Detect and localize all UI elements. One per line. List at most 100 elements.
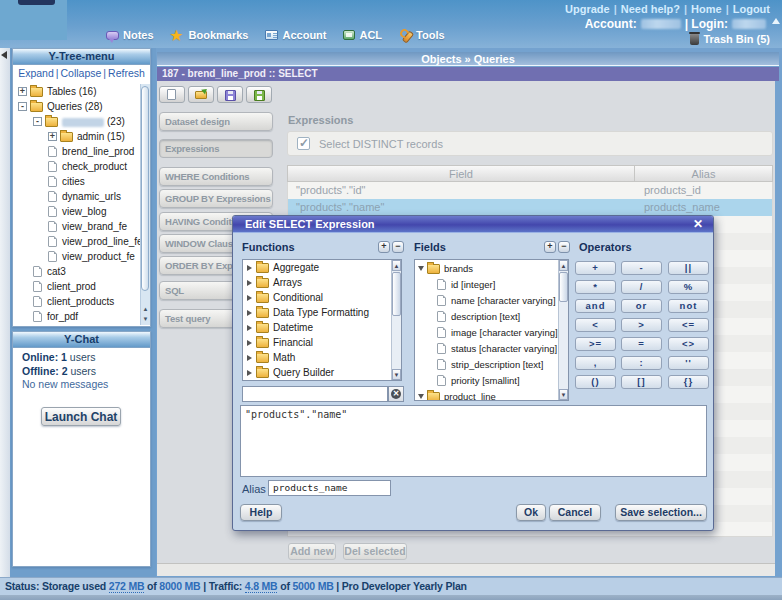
operator-button-2-2[interactable]: not xyxy=(668,299,709,313)
tree-scrollbar-thumb[interactable] xyxy=(141,86,149,291)
launch-chat-button[interactable]: Launch Chat xyxy=(41,407,121,426)
clear-search-button[interactable]: ✕ xyxy=(388,386,404,402)
tree-action-refresh[interactable]: Refresh xyxy=(108,67,145,79)
tree-action-expand[interactable]: Expand xyxy=(18,67,54,79)
functions-scrollbar-thumb[interactable] xyxy=(392,272,401,316)
collapse-toggle-icon[interactable]: - xyxy=(18,102,27,111)
function-group-datetime[interactable]: Datetime xyxy=(243,320,401,335)
tree-item-admin-15[interactable]: +admin (15) xyxy=(13,129,140,144)
tree-action-collapse[interactable]: Collapse xyxy=(61,67,102,79)
top-link-logout[interactable]: Logout xyxy=(733,3,770,15)
operator-button-4-0[interactable]: >= xyxy=(575,337,616,351)
operator-button-1-0[interactable]: * xyxy=(575,280,616,294)
tree-item-for-pdf[interactable]: for_pdf xyxy=(13,309,140,324)
functions-search-input[interactable] xyxy=(242,386,388,402)
operator-button-4-2[interactable]: <> xyxy=(668,337,709,351)
field-item-description-text[interactable]: description [text] xyxy=(415,308,568,324)
nav-item-notes[interactable]: Notes xyxy=(106,29,154,41)
tree-scrollbar[interactable]: ▲ ▼ xyxy=(140,84,150,325)
field-item-id-integer[interactable]: id [integer] xyxy=(415,276,568,292)
column-header-field[interactable]: Field xyxy=(288,166,635,181)
operator-button-4-1[interactable]: = xyxy=(621,337,662,351)
operator-button-3-1[interactable]: > xyxy=(621,318,662,332)
fields-scroll-down-icon[interactable]: ▼ xyxy=(559,389,568,400)
distinct-checkbox[interactable] xyxy=(297,137,310,150)
del-selected-button[interactable]: Del selected xyxy=(343,543,407,560)
nav-button-dataset-design[interactable]: Dataset design xyxy=(159,112,273,131)
operator-button-2-0[interactable]: and xyxy=(575,299,616,313)
open-button[interactable] xyxy=(188,86,214,103)
tree-item-tables-16[interactable]: +Tables (16) xyxy=(13,84,140,99)
column-header-alias[interactable]: Alias xyxy=(635,166,772,181)
operator-button-2-1[interactable]: or xyxy=(621,299,662,313)
status-link[interactable]: 272 MB xyxy=(109,580,145,593)
field-item-strip-description-text[interactable]: strip_description [text] xyxy=(415,356,568,372)
tree-item-client-prod[interactable]: client_prod xyxy=(13,279,140,294)
function-group-query-builder[interactable]: Query Builder xyxy=(243,365,401,380)
ok-button[interactable]: Ok xyxy=(516,504,546,521)
nav-item-bookmarks[interactable]: ★Bookmarks xyxy=(171,29,249,42)
top-link-upgrade[interactable]: Upgrade xyxy=(565,3,610,15)
expression-row[interactable]: "products"."name"products_name xyxy=(287,199,773,216)
nav-button-group-by-expressions[interactable]: GROUP BY Expressions xyxy=(159,189,273,208)
sidebar-collapse-arrow[interactable] xyxy=(1,51,7,59)
operator-button-1-2[interactable]: % xyxy=(668,280,709,294)
function-group-data-type-formatting[interactable]: Data Type Formatting xyxy=(243,305,401,320)
fields-scroll-up-icon[interactable]: ▲ xyxy=(559,260,568,271)
operator-button-5-0[interactable]: , xyxy=(575,356,616,370)
operator-button-3-0[interactable]: < xyxy=(575,318,616,332)
functions-scroll-down-icon[interactable]: ▼ xyxy=(392,369,401,380)
tree-item-redacted[interactable]: -(23) xyxy=(13,114,140,129)
operator-button-6-2[interactable]: {} xyxy=(668,375,709,389)
nav-item-acl[interactable]: ACL xyxy=(343,29,382,41)
field-item-status-character-varying[interactable]: status [character varying] xyxy=(415,340,568,356)
nav-item-tools[interactable]: Tools xyxy=(399,29,445,42)
alias-input[interactable] xyxy=(268,480,391,496)
function-group-financial[interactable]: Financial xyxy=(243,335,401,350)
expand-toggle-icon[interactable]: + xyxy=(18,87,27,96)
operator-button-6-1[interactable]: [] xyxy=(621,375,662,389)
functions-collapse-all-button[interactable]: − xyxy=(392,241,404,253)
fields-scrollbar-thumb[interactable] xyxy=(559,272,568,302)
tree-item-view-brand-fe[interactable]: view_brand_fe xyxy=(13,219,140,234)
tree-item-cities[interactable]: cities xyxy=(13,174,140,189)
functions-scroll-up-icon[interactable]: ▲ xyxy=(392,260,401,271)
new-button[interactable] xyxy=(159,86,185,103)
function-group-conditional[interactable]: Conditional xyxy=(243,290,401,305)
operator-button-6-0[interactable]: () xyxy=(575,375,616,389)
save-as-button[interactable] xyxy=(246,86,272,103)
field-item-priority-smallint[interactable]: priority [smallint] xyxy=(415,372,568,388)
operator-button-1-1[interactable]: / xyxy=(621,280,662,294)
nav-item-account[interactable]: Account xyxy=(265,29,326,41)
tree-item-dynamic-urls[interactable]: dynamic_urls xyxy=(13,189,140,204)
functions-expand-all-button[interactable]: + xyxy=(378,241,390,253)
tree-item-queries-28[interactable]: -Queries (28) xyxy=(13,99,140,114)
operator-button-0-1[interactable]: - xyxy=(621,261,662,275)
nav-button-expressions[interactable]: Expressions xyxy=(159,139,273,158)
tree-item-view-prod-line-fe[interactable]: view_prod_line_fe xyxy=(13,234,140,249)
status-link[interactable]: 8000 MB xyxy=(159,580,200,592)
fields-scrollbar[interactable]: ▲ ▼ xyxy=(558,260,568,400)
cancel-button[interactable]: Cancel xyxy=(549,504,601,521)
operator-button-0-2[interactable]: || xyxy=(668,261,709,275)
operator-button-5-2[interactable]: '' xyxy=(668,356,709,370)
operator-button-0-0[interactable]: + xyxy=(575,261,616,275)
nav-button-where-conditions[interactable]: WHERE Conditions xyxy=(159,167,273,186)
expand-toggle-icon[interactable]: + xyxy=(48,132,57,141)
fields-collapse-all-button[interactable]: − xyxy=(558,241,570,253)
operator-button-3-2[interactable]: <= xyxy=(668,318,709,332)
expression-textarea[interactable] xyxy=(240,405,707,477)
function-group-math[interactable]: Math xyxy=(243,350,401,365)
fields-expand-all-button[interactable]: + xyxy=(544,241,556,253)
field-item-name-character-varying[interactable]: name [character varying] xyxy=(415,292,568,308)
tree-item-view-product-fe[interactable]: view_product_fe xyxy=(13,249,140,264)
field-item-brands[interactable]: brands xyxy=(415,260,568,276)
collapse-toggle-icon[interactable]: - xyxy=(33,117,42,126)
top-link-need-help[interactable]: Need help? xyxy=(621,3,680,15)
tree-scroll-down-icon[interactable]: ▼ xyxy=(141,314,150,324)
help-button[interactable]: Help xyxy=(240,504,282,521)
save-button[interactable] xyxy=(217,86,243,103)
horizontal-scrollbar[interactable] xyxy=(157,563,775,576)
status-link[interactable]: 4.8 MB xyxy=(245,580,278,593)
field-item-image-character-varying[interactable]: image [character varying] xyxy=(415,324,568,340)
